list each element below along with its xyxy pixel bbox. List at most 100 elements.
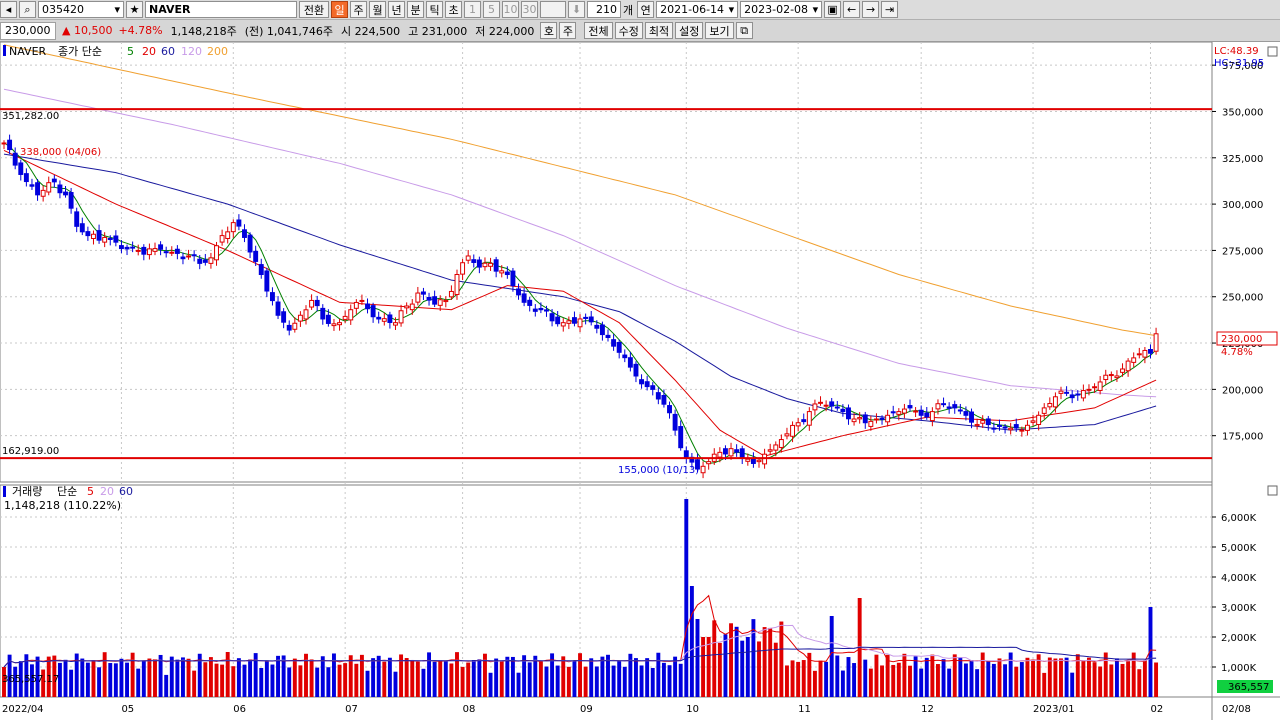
price-tick-label: 200,000 bbox=[1222, 385, 1263, 396]
date-label: 12 bbox=[921, 704, 934, 715]
volume-bar bbox=[147, 658, 152, 697]
interval-1-button[interactable]: 1 bbox=[464, 1, 481, 18]
prev-arrow-icon[interactable]: ← bbox=[843, 1, 861, 18]
candle-body bbox=[432, 296, 438, 305]
volume-bar bbox=[852, 663, 857, 697]
favorite-star-icon[interactable]: ★ bbox=[126, 1, 143, 18]
candle-body bbox=[907, 405, 913, 409]
candle-body bbox=[12, 152, 18, 166]
volume-bar bbox=[455, 652, 459, 697]
candle-body bbox=[376, 316, 382, 320]
period-second-button[interactable]: 초 bbox=[445, 1, 462, 18]
candle-body bbox=[924, 412, 930, 418]
volume-bar bbox=[880, 665, 884, 697]
volume-tick-label: 4,000K bbox=[1221, 573, 1257, 584]
volume-bar bbox=[443, 660, 448, 697]
volume-bar bbox=[1081, 660, 1086, 697]
vol-legend-name: 거래량 bbox=[12, 485, 42, 498]
candle-body bbox=[734, 449, 740, 453]
candle-body bbox=[650, 385, 656, 390]
stock-button[interactable]: 주 bbox=[559, 22, 577, 39]
candle-body bbox=[834, 406, 840, 409]
candle-body bbox=[1041, 407, 1047, 414]
interval-30-button[interactable]: 30 bbox=[521, 1, 538, 18]
volume-bar bbox=[868, 668, 873, 697]
chevron-down-icon[interactable]: ▾ bbox=[813, 3, 819, 16]
candle-body bbox=[935, 403, 941, 410]
adjust-button[interactable]: 수정 bbox=[614, 22, 643, 39]
end-arrow-icon[interactable]: ⇥ bbox=[881, 1, 899, 18]
volume-bar bbox=[231, 666, 236, 697]
volume-bar bbox=[768, 627, 773, 697]
chevron-down-icon[interactable]: ▾ bbox=[729, 3, 735, 16]
candle-body bbox=[806, 411, 812, 426]
volume-bar bbox=[113, 663, 118, 697]
period-minute-button[interactable]: 분 bbox=[407, 1, 424, 18]
price-change-pct: +4.78% bbox=[118, 24, 163, 37]
year-toggle[interactable]: 연 bbox=[637, 1, 655, 18]
price-volume-chart[interactable]: 375,000350,000325,000300,000275,000250,0… bbox=[0, 42, 1280, 720]
candle-body bbox=[1148, 349, 1153, 354]
period-month-button[interactable]: 월 bbox=[369, 1, 386, 18]
volume-bar bbox=[1025, 657, 1030, 697]
candle-body bbox=[242, 229, 247, 238]
volume-bar bbox=[980, 652, 985, 697]
hline-low-label: 162,919.00 bbox=[2, 446, 59, 457]
hc-value: HC:-31.95 bbox=[1214, 58, 1264, 69]
interval-5-button[interactable]: 5 bbox=[483, 1, 500, 18]
next-arrow-icon[interactable]: → bbox=[862, 1, 880, 18]
all-button[interactable]: 전체 bbox=[584, 22, 613, 39]
quote-button[interactable]: 호 bbox=[540, 22, 558, 39]
candle-body bbox=[918, 409, 924, 416]
candle-body bbox=[404, 305, 410, 309]
convert-button[interactable]: 전환 bbox=[299, 1, 329, 18]
settings-button[interactable]: 설정 bbox=[675, 22, 704, 39]
count-input[interactable]: 210 bbox=[587, 1, 621, 18]
volume-bar bbox=[432, 661, 437, 697]
period-year-button[interactable]: 년 bbox=[388, 1, 405, 18]
volume-bar bbox=[522, 655, 527, 697]
view-button[interactable]: 보기 bbox=[705, 22, 734, 39]
start-date-input[interactable]: 2021-06-14 ▾ bbox=[656, 1, 739, 18]
save-icon[interactable]: ▣ bbox=[824, 1, 842, 18]
candle-body bbox=[846, 407, 851, 420]
menu-icon[interactable]: ◂ bbox=[0, 1, 17, 18]
volume-bar bbox=[611, 665, 616, 697]
count-unit-label: 개 bbox=[623, 3, 634, 17]
candle-body bbox=[264, 270, 270, 292]
candle-body bbox=[829, 401, 835, 407]
volume-bar bbox=[913, 656, 918, 697]
candle-body bbox=[1008, 427, 1014, 431]
volume-bar bbox=[192, 670, 197, 697]
volume-bar bbox=[208, 657, 213, 697]
candle-body bbox=[1058, 390, 1064, 394]
volume-bar bbox=[1047, 657, 1052, 697]
volume-panel-collapse-icon[interactable] bbox=[1267, 485, 1278, 496]
legend-series-label: 종가 단순 bbox=[58, 45, 102, 58]
candle-body bbox=[141, 246, 147, 255]
volume-bar bbox=[102, 652, 107, 697]
end-date-input[interactable]: 2023-02-08 ▾ bbox=[740, 1, 823, 18]
search-icon[interactable]: ⌕ bbox=[19, 1, 36, 18]
dropdown-icon[interactable]: ▾ bbox=[114, 3, 120, 16]
candle-body bbox=[1131, 357, 1137, 363]
candle-body bbox=[549, 313, 555, 322]
volume-bar bbox=[326, 667, 331, 697]
down-arrow-icon[interactable]: ⬇ bbox=[568, 1, 585, 18]
volume-bar bbox=[264, 660, 269, 697]
period-day-button[interactable]: 일 bbox=[331, 1, 348, 18]
volume-bar bbox=[684, 499, 689, 697]
period-week-button[interactable]: 주 bbox=[350, 1, 367, 18]
volume-bar bbox=[622, 666, 627, 697]
price-panel-collapse-icon[interactable] bbox=[1267, 46, 1278, 57]
optimize-button[interactable]: 최적 bbox=[644, 22, 674, 39]
volume-bar bbox=[840, 670, 845, 697]
stock-code-input[interactable]: 035420 ▾ bbox=[38, 1, 124, 18]
volume-bar bbox=[315, 667, 320, 697]
layout-icon[interactable]: ⧉ bbox=[735, 22, 753, 39]
price-panel-frame bbox=[0, 42, 1213, 483]
volume-bar bbox=[97, 667, 102, 697]
period-tick-button[interactable]: 틱 bbox=[426, 1, 443, 18]
interval-10-button[interactable]: 10 bbox=[502, 1, 519, 18]
candle-body bbox=[214, 245, 219, 261]
